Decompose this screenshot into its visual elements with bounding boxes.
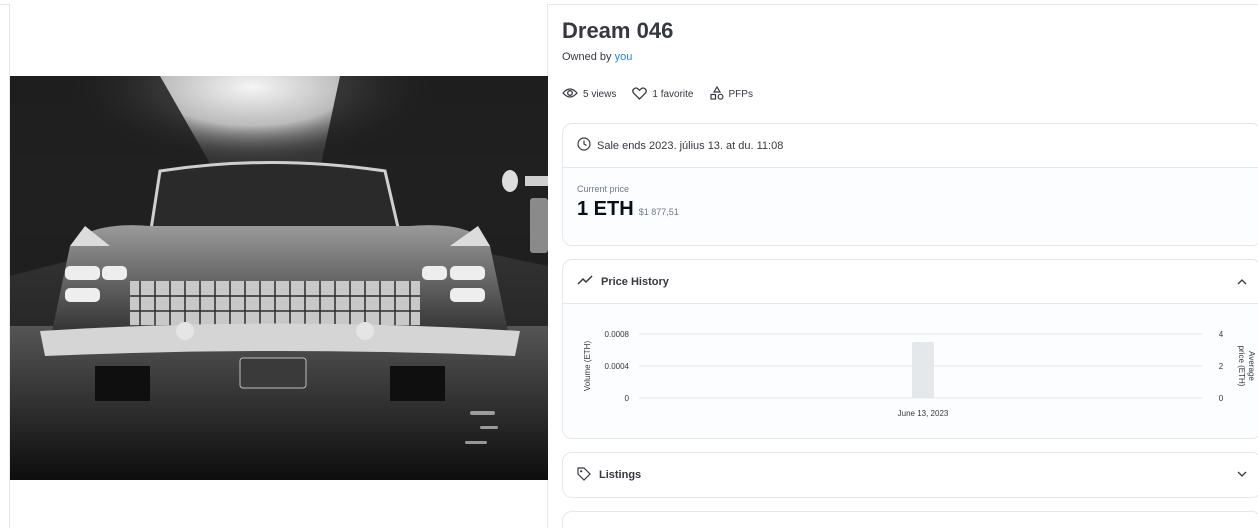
y-tick-label: 0.0008 <box>605 330 630 339</box>
y2-tick-label: 4 <box>1219 330 1224 339</box>
sale-card: Sale ends 2023. július 13. at du. 11:08 … <box>562 123 1258 246</box>
trend-icon <box>577 274 593 289</box>
chevron-up-icon[interactable] <box>1237 276 1247 288</box>
listings-title: Listings <box>599 469 642 481</box>
owner-link[interactable]: you <box>615 51 633 63</box>
price-chart-svg: 0 0.0004 0.0008 0 2 4 Volume (ETH) Averageprice… <box>583 330 1256 418</box>
views-count: 5 views <box>583 89 617 100</box>
y-axis-label: Volume (ETH) <box>583 341 592 392</box>
price-history-header[interactable]: Price History <box>563 260 1258 304</box>
volume-bar <box>912 342 934 398</box>
y-tick-label: 0 <box>625 394 630 403</box>
price-usd: $1 877,51 <box>638 207 679 217</box>
price-section: Current price 1 ETH $1 877,51 <box>563 168 1258 245</box>
favorites-stat[interactable]: 1 favorite <box>632 86 694 103</box>
y2-tick-label: 2 <box>1219 362 1224 371</box>
offers-card <box>562 511 1258 528</box>
shapes-icon <box>709 85 724 103</box>
car-illustration <box>10 76 548 480</box>
views-stat: 5 views <box>562 87 616 102</box>
owner-line: Owned by you <box>562 51 632 63</box>
owned-by-label: Owned by <box>562 51 612 63</box>
item-stats: 5 views 1 favorite PFPs <box>562 85 753 103</box>
y2-tick-label: 0 <box>1219 394 1224 403</box>
current-price-label: Current price <box>577 184 630 194</box>
tag-icon <box>577 466 591 484</box>
listings-header[interactable]: Listings <box>563 453 1258 497</box>
sale-ends-row: Sale ends 2023. július 13. at du. 11:08 <box>563 124 1258 168</box>
price-history-card: Price History 0 0.0004 0.0008 0 2 4 Volume (ET… <box>562 259 1258 439</box>
item-title: Dream 046 <box>562 18 674 43</box>
listings-card: Listings <box>562 452 1258 498</box>
collection-label: PFPs <box>728 89 753 100</box>
price-history-chart: 0 0.0004 0.0008 0 2 4 Volume (ETH) Average price… <box>563 304 1258 438</box>
y2-axis-label-line2: price (ETH) <box>1237 346 1246 387</box>
price-history-title: Price History <box>601 275 669 288</box>
collection-stat[interactable]: PFPs <box>709 85 753 103</box>
nft-image[interactable] <box>10 76 548 480</box>
price-eth: 1 ETH <box>577 198 634 220</box>
y2-axis-label-line1: Average <box>1247 351 1256 381</box>
eye-icon <box>562 87 578 102</box>
price-row: 1 ETH $1 877,51 <box>577 198 1247 221</box>
favorites-count: 1 favorite <box>652 89 694 100</box>
heart-icon <box>632 86 648 103</box>
x-tick-label: June 13, 2023 <box>898 409 949 418</box>
media-panel <box>9 4 548 528</box>
chevron-down-icon[interactable] <box>1237 469 1247 481</box>
y-tick-label: 0.0004 <box>605 362 630 371</box>
details-panel: Dream 046 Owned by you 5 views 1 favorit… <box>562 0 1258 528</box>
clock-icon <box>577 137 591 154</box>
item-page: Dream 046 Owned by you 5 views 1 favorit… <box>0 0 1258 528</box>
sale-ends-text: Sale ends 2023. július 13. at du. 11:08 <box>597 139 784 152</box>
